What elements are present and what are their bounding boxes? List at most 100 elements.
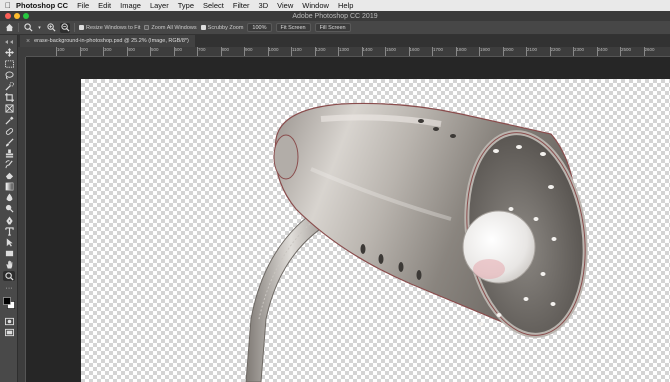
maximize-window-button[interactable] [23, 13, 29, 19]
checkbox-checked-icon [79, 25, 84, 30]
zoom-in-icon[interactable] [46, 23, 56, 33]
ruler-label: 900 [245, 47, 253, 52]
menu-image[interactable]: Image [120, 1, 141, 10]
ruler-label: 1200 [315, 47, 326, 52]
canvas-workspace[interactable] [26, 57, 670, 382]
move-tool-icon[interactable] [3, 47, 15, 57]
ruler-label: 700 [198, 47, 206, 52]
home-icon[interactable] [4, 23, 14, 33]
scrubby-zoom-checkbox[interactable]: Scrubby Zoom [200, 24, 244, 31]
menu-select[interactable]: Select [203, 1, 224, 10]
lamp-image [245, 102, 588, 382]
healing-brush-tool-icon[interactable] [3, 126, 15, 136]
zoom-all-windows-label: Zoom All Windows [151, 24, 197, 31]
menu-3d[interactable]: 3D [259, 1, 269, 10]
ruler-label: 2000 [503, 47, 514, 52]
zoom-tool-active-icon[interactable] [3, 271, 15, 281]
menu-layer[interactable]: Layer [150, 1, 169, 10]
more-tools-icon[interactable]: ··· [3, 283, 15, 293]
close-window-button[interactable] [5, 13, 11, 19]
tools-panel: ··· [0, 35, 18, 382]
history-brush-tool-icon[interactable] [3, 159, 15, 169]
document-canvas[interactable] [81, 79, 670, 382]
ruler-tick [361, 47, 363, 56]
eraser-tool-icon[interactable] [3, 170, 15, 180]
quick-mask-icon[interactable] [3, 316, 15, 326]
ruler-label: 2100 [527, 47, 538, 52]
ruler-label: 1400 [362, 47, 373, 52]
ruler-tick [385, 47, 386, 56]
chevron-down-icon[interactable]: ▾ [37, 23, 42, 33]
menu-window[interactable]: Window [302, 1, 329, 10]
menu-filter[interactable]: Filter [233, 1, 250, 10]
ruler-tick [314, 47, 316, 56]
frame-tool-icon[interactable] [3, 103, 15, 113]
hand-tool-icon[interactable] [3, 259, 15, 269]
marquee-tool-icon[interactable] [3, 59, 15, 69]
blur-tool-icon[interactable] [3, 192, 15, 202]
close-icon[interactable]: × [26, 38, 30, 45]
pen-tool-icon[interactable] [3, 215, 15, 225]
rectangle-tool-icon[interactable] [3, 248, 15, 258]
ruler-label: 100 [57, 47, 65, 52]
document-tab[interactable]: × erase-background-in-photoshop.psd @ 25… [20, 35, 195, 47]
fill-screen-button[interactable]: Fill Screen [314, 23, 351, 32]
ruler-tick [103, 47, 104, 56]
gradient-tool-icon[interactable] [3, 181, 15, 191]
minimize-window-button[interactable] [14, 13, 20, 19]
path-selection-tool-icon[interactable] [3, 237, 15, 247]
window-title: Adobe Photoshop CC 2019 [292, 12, 378, 20]
screen-mode-icon[interactable] [3, 327, 15, 337]
ruler-tick [549, 47, 551, 56]
eyedropper-tool-icon[interactable] [3, 115, 15, 125]
type-tool-icon[interactable] [3, 226, 15, 236]
clone-stamp-tool-icon[interactable] [3, 148, 15, 158]
ruler-tick [173, 47, 175, 56]
ruler-tick [526, 47, 527, 56]
menu-view[interactable]: View [277, 1, 293, 10]
zoom-tool-icon[interactable] [23, 23, 33, 33]
apple-icon[interactable]:  [0, 1, 16, 10]
ruler-tick [267, 47, 269, 56]
ruler-tick [150, 47, 151, 56]
lasso-tool-icon[interactable] [3, 70, 15, 80]
ruler-label: 400 [127, 47, 136, 52]
menu-edit[interactable]: Edit [98, 1, 111, 10]
ruler-label: 600 [174, 47, 183, 52]
menu-type[interactable]: Type [178, 1, 194, 10]
ruler-origin[interactable] [18, 47, 26, 57]
dodge-tool-icon[interactable] [3, 203, 15, 213]
ruler-tick [573, 47, 574, 56]
zoom-all-windows-checkbox[interactable]: Zoom All Windows [144, 24, 197, 31]
fit-screen-button[interactable]: Fit Screen [275, 23, 311, 32]
menu-help[interactable]: Help [338, 1, 353, 10]
zoom-100-button[interactable]: 100% [247, 23, 272, 32]
crop-tool-icon[interactable] [3, 92, 15, 102]
horizontal-ruler[interactable]: 100 200 300 400 500 600 700 800 900 1000 1100 1200 1… [26, 47, 670, 57]
vertical-ruler[interactable] [18, 57, 26, 382]
ruler-label: 2300 [574, 47, 585, 52]
ruler-tick [291, 47, 292, 56]
ruler-tick [620, 47, 621, 56]
app-menu[interactable]: Photoshop CC [16, 1, 68, 10]
ruler-tick [596, 47, 598, 56]
ruler-label: 300 [104, 47, 112, 52]
ruler-label: 1500 [386, 47, 397, 52]
quick-selection-tool-icon[interactable] [3, 81, 15, 91]
ruler-label: 1700 [433, 47, 444, 52]
zoom-out-icon[interactable] [60, 22, 70, 33]
collapse-toolbar-icon[interactable] [3, 39, 15, 44]
ruler-tick [455, 47, 457, 56]
ruler-label: 1900 [480, 47, 491, 52]
menu-file[interactable]: File [77, 1, 89, 10]
ruler-label: 2600 [644, 47, 655, 52]
brush-tool-icon[interactable] [3, 137, 15, 147]
ruler-tick [408, 47, 410, 56]
ruler-label: 200 [80, 47, 89, 52]
ruler-tick [338, 47, 339, 56]
scrubby-zoom-label: Scrubby Zoom [207, 24, 244, 31]
window-title-bar: Adobe Photoshop CC 2019 [0, 11, 670, 21]
document-tab-bar: × erase-background-in-photoshop.psd @ 25… [18, 35, 670, 47]
resize-windows-checkbox[interactable]: Resize Windows to Fit [79, 25, 140, 31]
color-swatches[interactable] [3, 295, 15, 311]
